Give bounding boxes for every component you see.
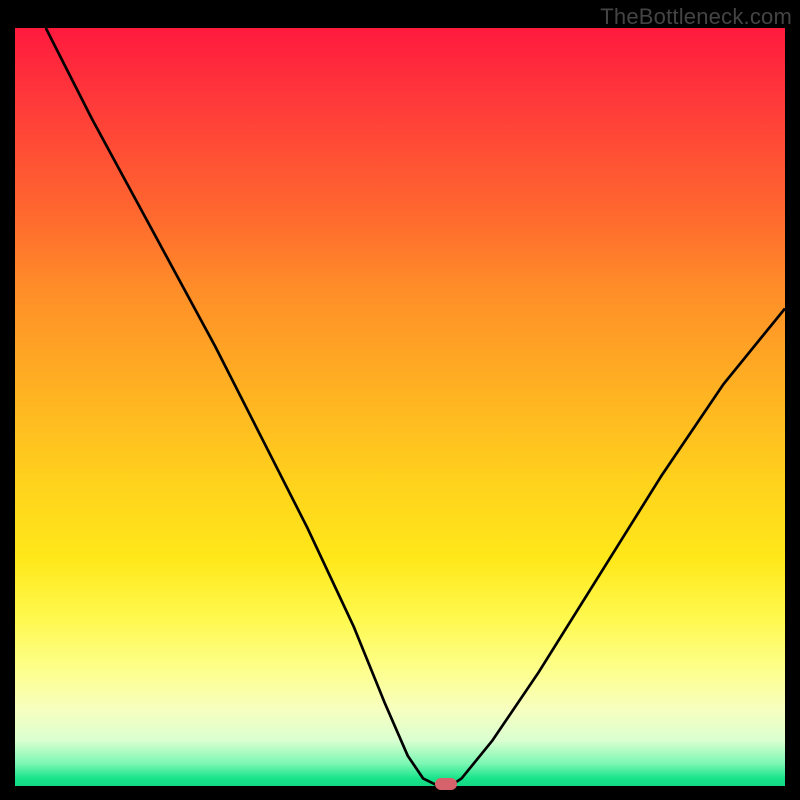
curve-path: [46, 28, 785, 786]
bottleneck-curve: [15, 28, 785, 786]
min-marker: [435, 778, 457, 790]
chart-frame: TheBottleneck.com: [0, 0, 800, 800]
plot-area: [15, 28, 785, 786]
watermark-text: TheBottleneck.com: [600, 4, 792, 30]
